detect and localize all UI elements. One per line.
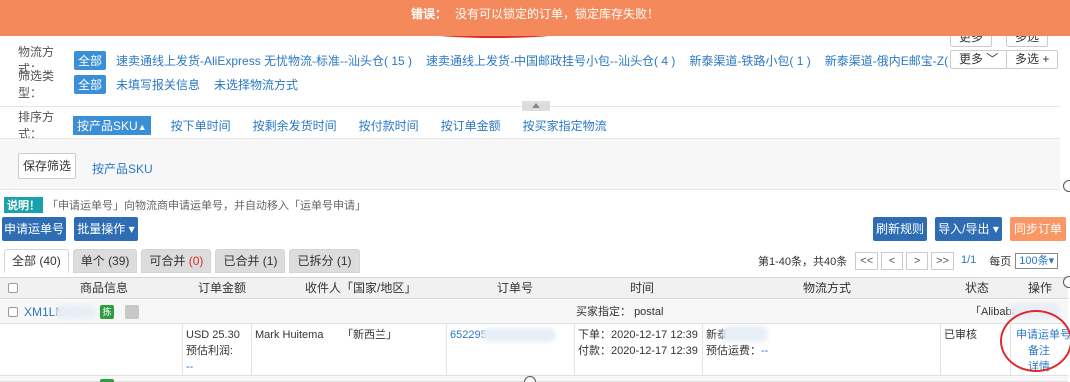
header-status: 状态 [965,281,990,295]
prev-page-button[interactable]: < [881,252,904,270]
import-export-button[interactable]: 导入/导出 ▾ [935,217,1002,241]
per-page-select[interactable]: 100条▾ [1015,253,1059,269]
notice-bar: 说明！ 「申请运单号」向物流商申请运单号，并自动移入「运单号申请」 [4,197,366,213]
logistics-option-0[interactable]: 速卖通线上发货-AliExpress 无忧物流-标准--汕头仓( 15 ) [116,52,412,69]
pay-time: 付款：2020-12-17 12:39 [578,345,698,357]
annotation-oval-action [1000,310,1070,372]
pagination-summary: 第1-40条，共40条 [758,256,848,268]
filter-type-row: 筛选类型： 全部 未填写报关信息 未选择物流方式 [0,69,1070,100]
header-time: 时间 [630,281,655,295]
logistics-multi-select-button[interactable]: 多选 + [1006,50,1059,69]
tab-split[interactable]: 已拆分 (1) [289,249,360,273]
scroll-handle[interactable] [524,376,536,382]
tab-mergeable[interactable]: 可合并 (0) [141,249,212,273]
cell-divider [574,324,575,375]
profit-value[interactable]: -- [186,359,193,375]
logistics-option-1[interactable]: 速卖通线上发货-中国邮政挂号小包--汕头仓( 4 ) [426,52,675,69]
filter-type-option-0[interactable]: 未填写报关信息 [116,76,200,93]
sort-option-amount[interactable]: 按订单金额 [441,117,501,134]
header-logistics: 物流方式 [803,281,852,295]
pagination: 第1-40条，共40条 << < > >> 1/1 每页 100条▾ [758,251,1059,271]
recipient-country: 「新西兰」 [342,329,397,341]
caret-down-icon: ▾ [128,222,135,236]
tab-merged[interactable]: 已合并 (1) [215,249,286,273]
sort-by-sku[interactable]: 按产品SKU▲ [73,115,151,135]
order-detail-row: USD 25.30 预估利润: -- Mark Huitema 「新西兰」 65… [0,324,1070,376]
sort-row: 排序方式： 按产品SKU▲ 按下单时间 按剩余发货时间 按付款时间 按订单金额 … [0,110,1060,141]
header-product: 商品信息 [80,281,129,295]
tab-single[interactable]: 单个 (39) [72,249,138,273]
redacted-region [482,328,556,342]
logistics-more-button[interactable]: 更多 ﹀ [950,50,1008,69]
scroll-handle[interactable] [1063,180,1070,192]
saved-filter-item[interactable]: 按产品SKU [92,160,153,177]
sort-asc-icon: ▲ [137,121,147,132]
sync-orders-button[interactable]: 同步订单 [1010,217,1066,241]
order-status: 已审核 [944,329,977,341]
refresh-rules-button[interactable]: 刷新规则 [873,217,927,241]
per-page-label: 每页 [989,256,1012,268]
scroll-handle[interactable] [1063,276,1070,288]
cell-divider [446,324,447,375]
select-all-checkbox[interactable] [8,283,18,293]
freight-estimate: 预估运费：-- [706,345,769,357]
logistics-option-2[interactable]: 新泰渠道-铁路小包( 1 ) [689,52,810,69]
header-recipient: 收件人「国家/地区」 [305,281,417,295]
tab-all[interactable]: 全部 (40) [4,249,69,273]
next-page-button[interactable]: > [906,252,929,270]
error-banner: 错误： 没有可以锁定的订单，锁定库存失败！ [0,0,1070,36]
collapse-filters-toggle[interactable] [522,101,550,111]
order-amount: USD 25.30 [186,329,240,341]
pick-badge: 拣 [100,305,114,319]
redacted-region [722,326,768,342]
recipient-name: Mark Huitema [255,329,324,341]
sort-option-buyer-logistics[interactable]: 按买家指定物流 [523,117,607,134]
error-label: 错误： [410,7,447,21]
order-checkbox[interactable] [8,307,18,317]
logistics-option-3[interactable]: 新泰渠道-俄内E邮宝-Z( 1 ) [825,52,966,69]
redacted-region [56,305,96,319]
save-filter-button[interactable]: 保存筛选 [18,153,76,179]
cell-divider [251,324,252,375]
caret-down-icon: ▾ [992,222,999,236]
first-page-button[interactable]: << [855,252,879,270]
notice-text: 「申请运单号」向物流商申请运单号，并自动移入「运单号申请」 [47,200,366,212]
error-message: 没有可以锁定的订单，锁定库存失败！ [455,7,660,21]
buyer-logistics: 买家指定： postal [576,306,664,318]
order-time: 下单：2020-12-17 12:39 [578,329,698,341]
filter-type-all-chip[interactable]: 全部 [74,74,107,94]
cell-divider [182,324,183,375]
header-actions: 操作 [1028,281,1053,295]
caret-down-icon: ▾ [1048,255,1055,267]
chevron-down-icon: ﹀ [986,52,999,66]
order-tabs: 全部 (40) 单个 (39) 可合并 (0) 已合并 (1) 已拆分 (1) [4,249,364,273]
batch-operations-button[interactable]: 批量操作 ▾ [74,217,138,241]
table-header: 商品信息 订单金额 收件人「国家/地区」 订单号 时间 物流方式 状态 操作 [0,277,1068,299]
header-amount: 订单金额 [198,281,247,295]
filter-type-title: 筛选类型： [18,69,55,100]
filter-type-option-1[interactable]: 未选择物流方式 [214,76,298,93]
cell-divider [940,324,941,375]
header-order-no: 订单号 [497,281,534,295]
sort-option-order-time[interactable]: 按下单时间 [171,117,231,134]
logistics-all-chip[interactable]: 全部 [74,50,107,70]
logistics-filter-row: 物流方式： 全部 速卖通线上发货-AliExpress 无忧物流-标准--汕头仓… [0,45,1070,76]
apply-tracking-button[interactable]: 申请运单号 [2,217,66,241]
sort-title: 排序方式： [18,110,55,141]
page-indicator: 1/1 [960,254,977,266]
status-badge [125,305,139,319]
last-page-button[interactable]: >> [931,252,954,270]
notice-tag: 说明！ [4,197,43,213]
sort-option-remaining-time[interactable]: 按剩余发货时间 [253,117,337,134]
saved-filters-area: 保存筛选 按产品SKU [0,138,1060,190]
cell-divider [702,324,703,375]
sort-option-pay-time[interactable]: 按付款时间 [359,117,419,134]
order-group-row: XM1LN 拣 买家指定： postal 「Alibaba [0,300,1068,324]
profit-label: 预估利润: [186,345,234,357]
